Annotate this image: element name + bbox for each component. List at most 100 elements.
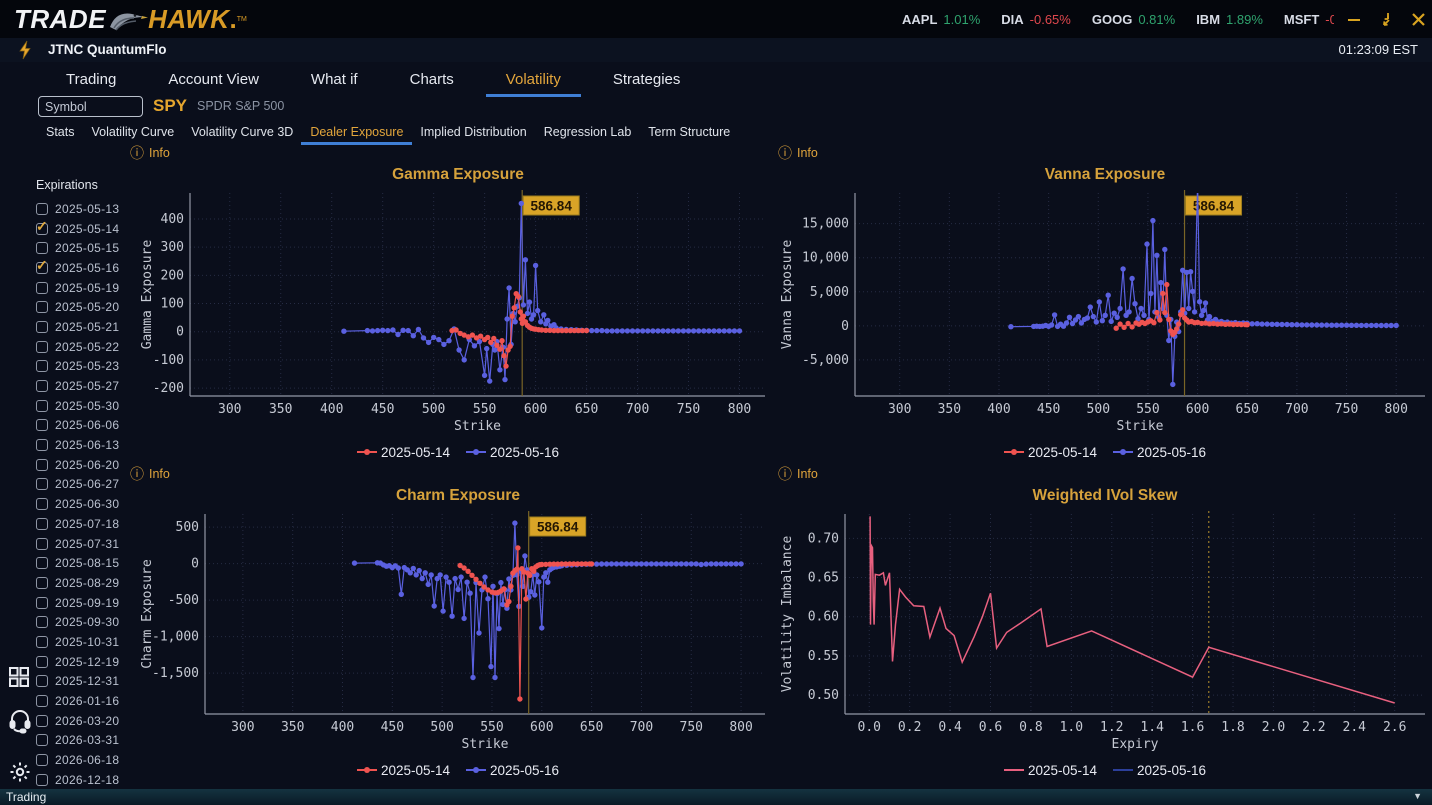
ticker-item[interactable]: GOOG 0.81% xyxy=(1092,12,1175,27)
gamma-exposure-chart[interactable]: 300 350 400 450 500 550 600 650 700 750 800 -200 -10… xyxy=(138,187,778,420)
expiration-checkbox[interactable] xyxy=(36,635,48,648)
svg-text:-1,000: -1,000 xyxy=(152,630,199,645)
svg-text:0.2: 0.2 xyxy=(898,720,921,735)
ticker-item[interactable]: DIA -0.65% xyxy=(1001,12,1071,27)
y-axis-label: Volatility Imbalance xyxy=(780,536,795,693)
chart-legend: 2025-05-14 2025-05-16 xyxy=(778,758,1432,782)
gamma-exposure-panel: ⓘ Info Gamma Exposure 300 350 400 450 500 550 6… xyxy=(130,144,778,464)
expiration-checkbox[interactable] xyxy=(36,714,48,727)
expiration-checkbox[interactable] xyxy=(36,242,48,255)
expiration-checkbox[interactable] xyxy=(36,257,48,274)
expiration-checkbox[interactable] xyxy=(36,576,48,589)
expiration-checkbox[interactable] xyxy=(36,478,48,491)
gear-icon[interactable] xyxy=(8,760,32,789)
expiration-label: 2026-03-31 xyxy=(55,733,120,748)
svg-text:0.70: 0.70 xyxy=(808,531,839,546)
legend-item[interactable]: 2025-05-14 xyxy=(356,763,450,778)
svg-text:0.0: 0.0 xyxy=(858,720,881,735)
expiration-label: 2026-03-20 xyxy=(55,713,120,728)
legend-marker xyxy=(1003,769,1024,771)
expiration-checkbox[interactable] xyxy=(36,498,48,511)
headset-icon[interactable] xyxy=(8,708,32,739)
info-button[interactable]: ⓘ Info xyxy=(130,465,170,483)
apps-grid-icon[interactable] xyxy=(8,666,30,693)
legend-item[interactable]: 2025-05-16 xyxy=(466,445,559,460)
svg-text:400: 400 xyxy=(161,212,184,227)
subtab-volatility-curve[interactable]: Volatility Curve xyxy=(92,125,175,139)
expiration-checkbox[interactable] xyxy=(36,754,48,767)
expiration-checkbox[interactable] xyxy=(36,360,48,373)
weighted-ivol-skew-chart[interactable]: 0.0 0.2 0.4 0.6 0.8 1.0 1.2 1.4 1.6 1.8 2.0 2.2 2.4 2… xyxy=(778,508,1432,738)
expiration-checkbox[interactable] xyxy=(36,734,48,747)
y-axis-label: Charm Exposure xyxy=(140,559,155,669)
expiration-checkbox[interactable] xyxy=(36,675,48,688)
expiration-checkbox[interactable] xyxy=(36,616,48,629)
nav-tab-strategies[interactable]: Strategies xyxy=(613,71,681,88)
expiration-label: 2025-05-20 xyxy=(55,300,120,315)
expiration-checkbox[interactable] xyxy=(36,596,48,609)
legend-item[interactable]: 2025-05-16 xyxy=(1113,445,1206,460)
expiration-checkbox[interactable] xyxy=(36,439,48,452)
svg-text:350: 350 xyxy=(269,402,292,417)
expiration-checkbox[interactable] xyxy=(36,301,48,314)
info-button[interactable]: ⓘ Info xyxy=(778,144,818,162)
nav-tab-charts[interactable]: Charts xyxy=(410,71,454,88)
ticker-item[interactable]: MSFT -0.03% xyxy=(1284,12,1334,27)
subtabs: Stats Volatility Curve Volatility Curve 3D… xyxy=(0,120,1432,145)
symbol-input[interactable] xyxy=(38,96,143,117)
expiration-checkbox[interactable] xyxy=(36,517,48,530)
legend-marker xyxy=(1113,769,1133,771)
expiration-checkbox[interactable] xyxy=(36,218,48,235)
expiration-checkbox[interactable] xyxy=(36,557,48,570)
restore-button[interactable] xyxy=(1378,11,1395,28)
crosshair-label: 586.84 xyxy=(537,520,579,535)
subtab-implied-distribution[interactable]: Implied Distribution xyxy=(420,125,526,139)
info-button[interactable]: ⓘ Info xyxy=(130,144,170,162)
legend-item[interactable]: 2025-05-16 xyxy=(466,763,559,778)
nav-tab-account-view[interactable]: Account View xyxy=(168,71,259,88)
expiration-checkbox[interactable] xyxy=(36,202,48,215)
status-mode: Trading xyxy=(6,790,47,804)
ticker-item[interactable]: AAPL 1.01% xyxy=(902,12,980,27)
expiration-checkbox[interactable] xyxy=(36,399,48,412)
subtab-dealer-exposure[interactable]: Dealer Exposure xyxy=(301,125,413,145)
expiration-checkbox[interactable] xyxy=(36,537,48,550)
charm-exposure-chart[interactable]: 300 350 400 450 500 550 600 650 700 750 800 -1,500 -… xyxy=(138,508,778,738)
expiration-label: 2025-12-19 xyxy=(55,654,120,669)
expiration-checkbox[interactable] xyxy=(36,340,48,353)
expiration-checkbox[interactable] xyxy=(36,695,48,708)
vanna-exposure-chart[interactable]: 300 350 400 450 500 550 600 650 700 750 800 -5,000 0… xyxy=(778,187,1432,420)
nav-tab-what-if[interactable]: What if xyxy=(311,71,358,88)
brand-trade-text: TRADE xyxy=(14,4,107,34)
nav-tab-volatility[interactable]: Volatility xyxy=(485,71,581,97)
legend-item[interactable]: 2025-05-14 xyxy=(1003,445,1097,460)
expiration-checkbox[interactable] xyxy=(36,458,48,471)
legend-item[interactable]: 2025-05-14 xyxy=(1003,763,1097,778)
minimize-button[interactable] xyxy=(1346,11,1362,27)
expiration-checkbox[interactable] xyxy=(36,655,48,668)
svg-text:550: 550 xyxy=(473,402,496,417)
nav-tab-trading[interactable]: Trading xyxy=(66,71,116,88)
expiration-checkbox[interactable] xyxy=(36,320,48,333)
subtab-regression-lab[interactable]: Regression Lab xyxy=(544,125,632,139)
weighted-ivol-skew-panel: ⓘ Info Weighted IVol Skew 0.0 0.2 0.4 0.6 0.8… xyxy=(778,465,1432,782)
ticker-item[interactable]: IBM 1.89% xyxy=(1196,12,1263,27)
expiration-checkbox[interactable] xyxy=(36,419,48,432)
legend-item[interactable]: 2025-05-16 xyxy=(1113,763,1206,778)
subtab-stats[interactable]: Stats xyxy=(46,125,75,139)
svg-text:450: 450 xyxy=(371,402,394,417)
x-axis-label: Strike xyxy=(454,419,501,434)
info-button[interactable]: ⓘ Info xyxy=(778,465,818,483)
subtab-volatility-curve-3d[interactable]: Volatility Curve 3D xyxy=(191,125,293,139)
svg-text:2.2: 2.2 xyxy=(1302,720,1325,735)
svg-text:5,000: 5,000 xyxy=(810,285,849,300)
caret-down-icon[interactable]: ▼ xyxy=(1413,791,1422,801)
ticker-strip: AAPL 1.01% DIA -0.65% GOOG 0.81% IBM 1.89% MSFT -… xyxy=(902,0,1334,38)
svg-text:500: 500 xyxy=(176,520,199,535)
expiration-checkbox[interactable] xyxy=(36,380,48,393)
legend-item[interactable]: 2025-05-14 xyxy=(356,445,450,460)
close-button[interactable] xyxy=(1411,12,1426,27)
expiration-checkbox[interactable] xyxy=(36,281,48,294)
subtab-term-structure[interactable]: Term Structure xyxy=(648,125,730,139)
expiration-checkbox[interactable] xyxy=(36,773,48,786)
